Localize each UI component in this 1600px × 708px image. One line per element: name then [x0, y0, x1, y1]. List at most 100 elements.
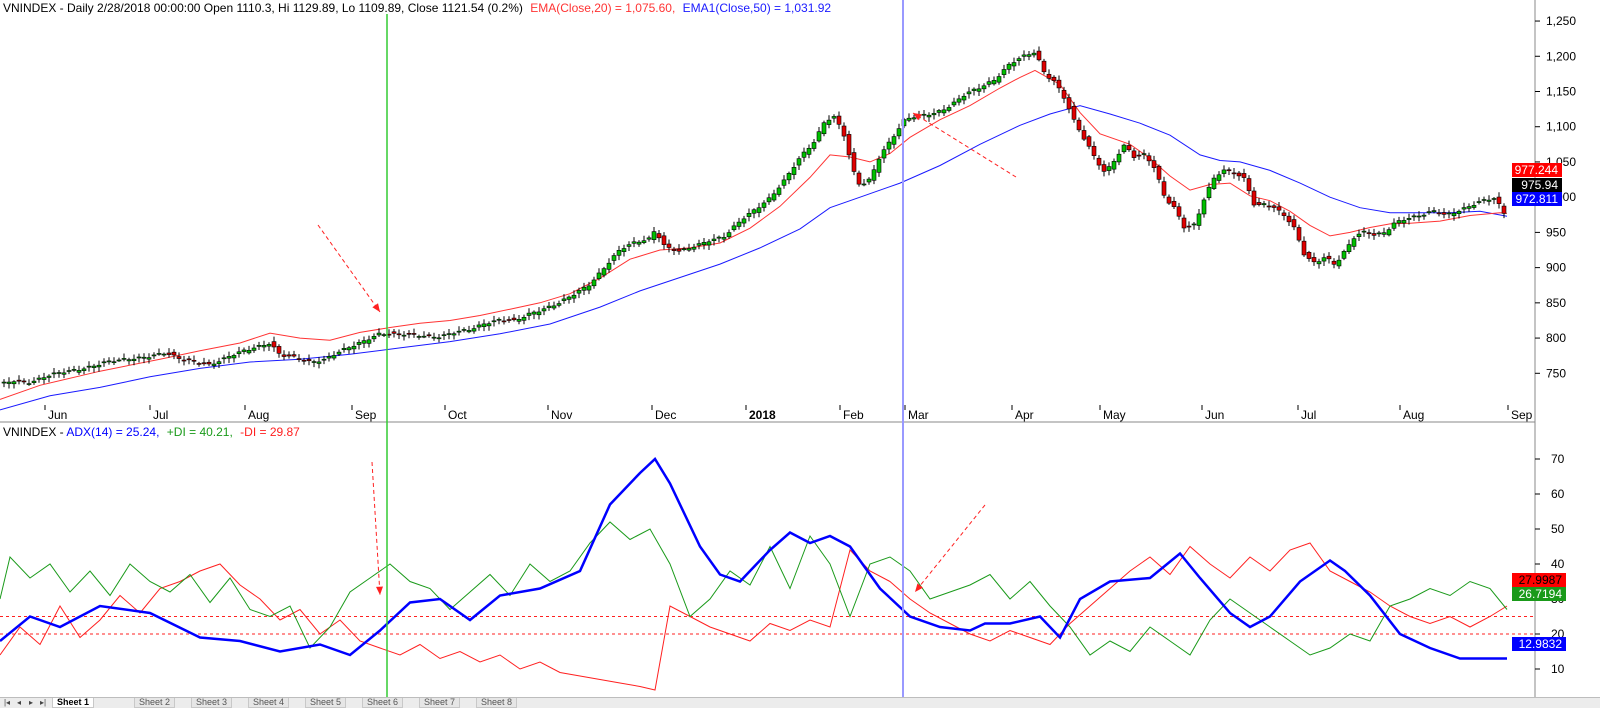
candle — [951, 97, 957, 108]
candle — [1156, 164, 1162, 184]
date-tick-label: Jun — [1205, 408, 1224, 422]
candle — [236, 346, 242, 358]
date-tick-label: Jul — [153, 408, 168, 422]
price-tick-label: 1,200 — [1546, 49, 1576, 63]
candle — [1031, 49, 1037, 58]
candle — [1016, 56, 1022, 66]
candle — [286, 351, 292, 359]
adx-pane[interactable]: VNINDEX - ADX(14) = 25.24, +DI = 40.21, … — [0, 425, 1535, 691]
candle — [536, 307, 542, 320]
candle — [1396, 216, 1402, 227]
candle — [691, 243, 697, 253]
price-pane[interactable]: VNINDEX - Daily 2/28/2018 00:00:00 Open … — [0, 1, 1508, 411]
candle — [496, 317, 502, 325]
pdi-line — [0, 521, 1508, 656]
candle — [1246, 175, 1252, 195]
adx-tick-label: 40 — [1551, 557, 1565, 571]
candle — [716, 235, 722, 243]
candle — [1076, 117, 1082, 133]
next-sheet-button[interactable]: ▸ — [26, 698, 36, 707]
date-tick-label: Oct — [448, 408, 467, 422]
candle — [391, 328, 397, 338]
candle — [406, 330, 412, 339]
candle — [841, 122, 847, 141]
candle — [1, 379, 7, 388]
candle — [831, 114, 837, 123]
pdi-label: +DI = 40.21, — [167, 425, 233, 439]
candle — [1271, 204, 1277, 213]
candle — [456, 326, 462, 336]
candle — [106, 357, 112, 365]
candle — [466, 325, 472, 334]
candle — [451, 331, 457, 340]
candle — [646, 235, 652, 242]
candle — [121, 353, 127, 362]
candle — [651, 227, 657, 244]
adx-tick-label: 50 — [1551, 522, 1565, 536]
candle — [811, 139, 817, 152]
candle — [296, 354, 302, 363]
candle — [956, 94, 962, 106]
candle — [1191, 221, 1197, 230]
candle — [431, 332, 437, 341]
candle — [541, 305, 547, 316]
prev-sheet-button[interactable]: ◂ — [14, 698, 24, 707]
mdi-label: -DI = 29.87 — [240, 425, 300, 439]
candle — [1411, 213, 1417, 221]
candle — [96, 360, 102, 372]
candle — [1471, 201, 1477, 210]
candle — [786, 171, 792, 185]
ema20-label: EMA(Close,20) = 1,075.60, — [530, 1, 675, 15]
candle — [1226, 167, 1232, 175]
candle — [1441, 208, 1447, 219]
candle — [396, 329, 402, 339]
candle — [51, 367, 57, 379]
candle — [181, 355, 187, 366]
date-tick-label: Aug — [1403, 408, 1424, 422]
candle — [1096, 155, 1102, 170]
candle — [566, 295, 572, 304]
candle — [1366, 229, 1372, 239]
ema20-value-tag: 977.244 — [1512, 163, 1562, 177]
candle — [1176, 202, 1182, 220]
candle — [1276, 202, 1282, 216]
price-tick-label: 1,150 — [1546, 84, 1576, 98]
candle — [1301, 236, 1307, 257]
candle — [366, 335, 372, 348]
last-sheet-button[interactable]: ▸| — [38, 698, 48, 707]
price-plot-area[interactable] — [0, 46, 1508, 411]
candle — [1296, 224, 1302, 243]
candle — [771, 189, 777, 202]
candle — [11, 380, 17, 389]
svg-text:977.244: 977.244 — [1515, 163, 1559, 177]
stock-chart[interactable]: VNINDEX - Daily 2/28/2018 00:00:00 Open … — [0, 0, 1600, 697]
candle — [1161, 176, 1167, 199]
adx-title-prefix: VNINDEX - — [3, 425, 66, 439]
adx-plot-area[interactable] — [0, 457, 1535, 691]
candle — [316, 357, 322, 369]
candle — [836, 111, 842, 130]
date-tick-label: Feb — [843, 408, 864, 422]
price-tick-label: 1,250 — [1546, 14, 1576, 28]
candle — [346, 346, 352, 354]
candle — [1291, 215, 1297, 231]
date-tick-label: Dec — [655, 408, 676, 422]
candle — [896, 123, 902, 140]
date-tick-label: 2018 — [749, 408, 776, 422]
candle — [1486, 195, 1492, 206]
candle — [1066, 93, 1072, 114]
candle — [991, 76, 997, 86]
svg-text:VNINDEX - Daily 2/28/2018 00:0: VNINDEX - Daily 2/28/2018 00:00:00 Open … — [3, 1, 831, 15]
candle — [1376, 230, 1382, 237]
price-tick-label: 800 — [1546, 331, 1566, 345]
candle — [1421, 213, 1427, 220]
candle — [871, 165, 877, 185]
candle — [926, 112, 932, 122]
candle — [191, 355, 197, 365]
candle — [1326, 252, 1332, 264]
candle — [1146, 152, 1152, 166]
candle — [876, 155, 882, 177]
first-sheet-button[interactable]: |◂ — [2, 698, 12, 707]
candle — [1211, 174, 1217, 191]
candle — [741, 215, 747, 228]
